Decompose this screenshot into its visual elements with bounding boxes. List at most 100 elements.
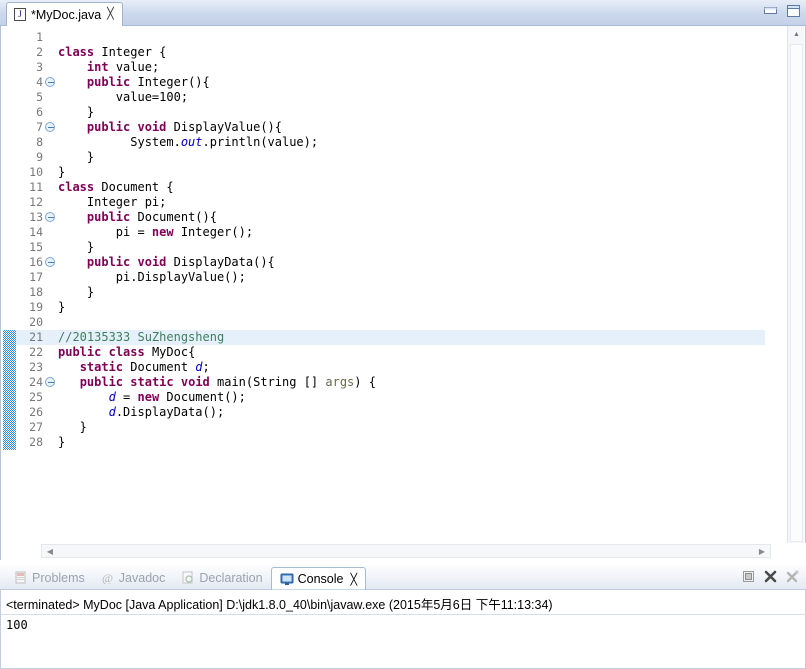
code-line[interactable] bbox=[58, 30, 765, 45]
code-line[interactable]: } bbox=[58, 435, 765, 450]
line-number: 17 bbox=[29, 270, 43, 284]
line-number: 11 bbox=[29, 180, 43, 194]
vertical-scroll-track[interactable] bbox=[790, 44, 803, 542]
console-output-view[interactable]: <terminated> MyDoc [Java Application] D:… bbox=[0, 590, 806, 669]
console-divider bbox=[1, 614, 806, 615]
code-token: public bbox=[86, 210, 131, 224]
editor-vertical-scrollbar[interactable]: ▲ ▼ bbox=[787, 26, 804, 560]
code-line[interactable]: class Integer { bbox=[58, 45, 765, 60]
line-number: 20 bbox=[29, 315, 43, 329]
code-token: DisplayData(){ bbox=[166, 255, 275, 269]
editor-tab-mydoc-java[interactable]: J *MyDoc.java ╳ bbox=[6, 2, 123, 26]
code-token: Integer(); bbox=[173, 225, 254, 239]
code-token: } bbox=[58, 420, 87, 434]
bottom-tab-javadoc[interactable]: @ Javadoc bbox=[93, 566, 174, 589]
eclipse-window: J *MyDoc.java ╳ 1 2 3 4 5 6 7 8 9 10 11 … bbox=[0, 0, 806, 669]
code-editor[interactable]: 1 2 3 4 5 6 7 8 9 10 11 12 13 14 15 16 17 18 19 20 21 22 23 24 2… bbox=[0, 26, 806, 560]
code-line[interactable]: } bbox=[58, 105, 765, 120]
code-token: } bbox=[58, 150, 95, 164]
java-file-icon: J bbox=[14, 8, 26, 21]
code-token: new bbox=[151, 225, 174, 239]
fold-collapse-icon[interactable] bbox=[45, 257, 55, 267]
bottom-tab-label: Declaration bbox=[199, 570, 263, 585]
code-line[interactable]: } bbox=[58, 240, 765, 255]
code-line[interactable]: //20135333 SuZhengsheng bbox=[58, 330, 765, 345]
code-token: System. bbox=[58, 135, 181, 149]
bottom-tab-declaration[interactable]: Declaration bbox=[173, 566, 270, 589]
code-line[interactable]: } bbox=[58, 285, 765, 300]
code-line[interactable]: static Document d; bbox=[58, 360, 765, 375]
code-line[interactable]: d = new Document(); bbox=[58, 390, 765, 405]
scroll-right-icon[interactable]: ▶ bbox=[755, 544, 769, 558]
source-code-area[interactable]: class Integer { int value; public Intege… bbox=[58, 26, 765, 560]
folding-marker-column[interactable] bbox=[44, 26, 56, 560]
close-icon[interactable]: ╳ bbox=[107, 9, 114, 20]
code-line[interactable]: public void DisplayData(){ bbox=[58, 255, 765, 270]
code-line[interactable]: Integer pi; bbox=[58, 195, 765, 210]
fold-collapse-icon[interactable] bbox=[45, 77, 55, 87]
fold-collapse-icon[interactable] bbox=[45, 377, 55, 387]
line-number: 15 bbox=[29, 240, 43, 254]
code-token: void bbox=[180, 375, 210, 389]
bottom-tab-problems[interactable]: Problems bbox=[6, 566, 93, 589]
code-token: } bbox=[58, 240, 95, 254]
line-number: 10 bbox=[29, 165, 43, 179]
code-line[interactable] bbox=[58, 315, 765, 330]
code-token: } bbox=[58, 300, 66, 314]
editor-horizontal-scrollbar[interactable]: ◀ ▶ bbox=[1, 543, 806, 560]
code-line[interactable]: } bbox=[58, 420, 765, 435]
code-token: Document(); bbox=[159, 390, 246, 404]
code-line[interactable]: public void DisplayValue(){ bbox=[58, 120, 765, 135]
code-line[interactable]: public class MyDoc{ bbox=[58, 345, 765, 360]
maximize-window-button[interactable] bbox=[785, 4, 802, 19]
code-line[interactable]: } bbox=[58, 165, 765, 180]
code-token: ) { bbox=[354, 375, 376, 389]
fold-collapse-icon[interactable] bbox=[45, 122, 55, 132]
svg-text:@: @ bbox=[102, 571, 113, 584]
code-line[interactable]: int value; bbox=[58, 60, 765, 75]
stop-button[interactable] bbox=[741, 569, 756, 584]
line-number: 7 bbox=[36, 120, 43, 134]
remove-all-launches-button[interactable] bbox=[785, 569, 800, 584]
horizontal-scroll-track[interactable] bbox=[41, 544, 771, 558]
remove-launch-button[interactable] bbox=[763, 569, 778, 584]
line-number: 4 bbox=[36, 75, 43, 89]
scroll-left-icon[interactable]: ◀ bbox=[43, 544, 57, 558]
close-icon[interactable]: ╳ bbox=[350, 573, 357, 586]
code-line[interactable]: value=100; bbox=[58, 90, 765, 105]
line-number: 21 bbox=[29, 330, 43, 344]
bottom-tab-label: Console bbox=[297, 572, 344, 586]
code-line[interactable]: public Integer(){ bbox=[58, 75, 765, 90]
code-line[interactable]: } bbox=[58, 150, 765, 165]
code-token: void bbox=[137, 255, 167, 269]
code-token: public bbox=[86, 120, 131, 134]
code-token: void bbox=[137, 120, 167, 134]
code-line[interactable]: public static void main(String [] args) … bbox=[58, 375, 765, 390]
code-line[interactable]: d.DisplayData(); bbox=[58, 405, 765, 420]
code-line[interactable]: class Document { bbox=[58, 180, 765, 195]
code-line[interactable]: pi.DisplayValue(); bbox=[58, 270, 765, 285]
bottom-tab-console[interactable]: Console ╳ bbox=[270, 567, 367, 590]
fold-collapse-icon[interactable] bbox=[45, 212, 55, 222]
code-line[interactable]: pi = new Integer(); bbox=[58, 225, 765, 240]
code-token: public bbox=[86, 255, 131, 269]
code-token: DisplayValue(){ bbox=[166, 120, 282, 134]
code-line[interactable]: } bbox=[58, 300, 765, 315]
minimize-window-button[interactable] bbox=[762, 4, 779, 19]
scroll-up-icon[interactable]: ▲ bbox=[788, 26, 805, 43]
console-launch-header: <terminated> MyDoc [Java Application] D:… bbox=[6, 598, 553, 612]
code-line[interactable]: System.out.println(value); bbox=[58, 135, 765, 150]
line-number: 6 bbox=[36, 105, 43, 119]
code-token: public bbox=[86, 75, 131, 89]
code-token: pi = bbox=[58, 225, 152, 239]
code-line[interactable]: public Document(){ bbox=[58, 210, 765, 225]
code-token: public bbox=[79, 375, 124, 389]
